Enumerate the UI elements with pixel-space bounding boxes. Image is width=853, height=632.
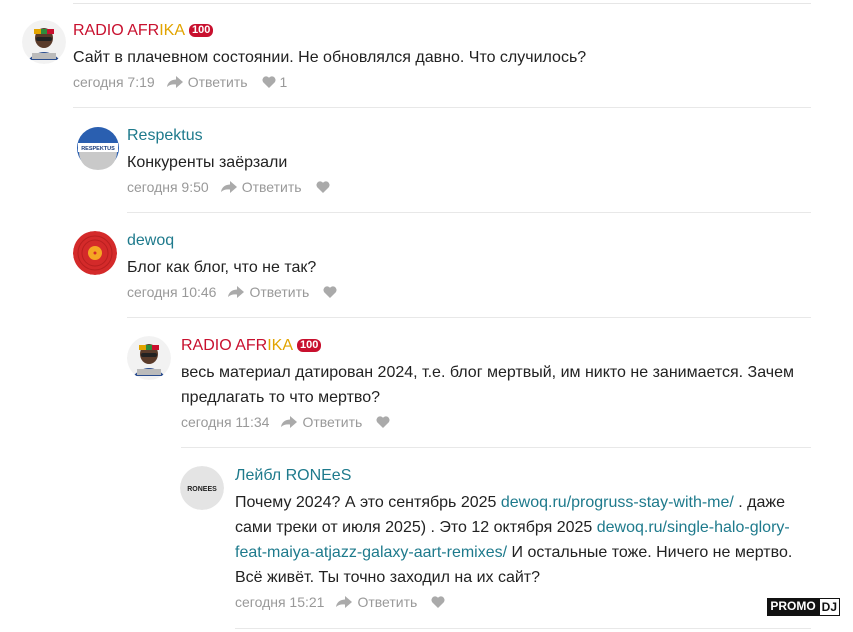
avatar-dewoq[interactable] [73,231,117,275]
rating-badge: 100 [297,339,322,352]
author-name: RADIO AFR [181,337,268,354]
comment-text: Сайт в плачевном состоянии. Не обновлялс… [73,49,587,66]
text-part: Почему 2024? А это сентябрь 2025 [235,494,501,511]
comment-time: сегодня 10:46 [127,284,217,300]
comment-meta: сегодня 11:34 Ответить [181,413,390,431]
comment-author[interactable]: RADIO AFRIKA 100 [73,21,214,41]
like-count: 1 [279,74,288,90]
comment-author[interactable]: dewoq [127,231,174,251]
comment-meta: сегодня 15:21 Ответить [235,593,445,611]
avatar-radio-afrika[interactable] [127,336,171,380]
comment-divider [73,107,811,108]
reply-button[interactable]: Ответить [336,593,417,611]
comment-time: сегодня 9:50 [127,179,209,195]
comment-time: сегодня 11:34 [181,414,270,430]
reply-arrow-icon [336,596,353,608]
reply-label: Ответить [357,594,418,610]
reply-arrow-icon [220,181,237,193]
comment-author[interactable]: Лейбл RONEeS [235,466,351,486]
heart-icon [323,286,337,298]
heart-icon [376,416,390,428]
like-button[interactable] [431,596,445,608]
comment-text: Почему 2024? А это сентябрь 2025 dewoq.r… [235,490,813,590]
comment-divider [181,447,811,448]
comment-link[interactable]: dewoq.ru/progruss-stay-with-me/ [501,494,734,511]
reply-arrow-icon [228,286,245,298]
heart-icon [315,181,330,193]
heart-icon [261,76,276,88]
comment-divider [235,628,811,629]
comment-text: весь материал датирован 2024, т.е. блог … [181,364,794,406]
reply-button[interactable]: Ответить [166,73,248,91]
author-name-accent: IKA [267,337,294,354]
rating-badge: 100 [189,24,214,37]
reply-arrow-icon [281,416,298,428]
comment-author[interactable]: RADIO AFRIKA 100 [181,336,322,356]
reply-label: Ответить [302,414,363,430]
like-button[interactable] [376,416,390,428]
comment-meta: сегодня 10:46 Ответить [127,283,337,301]
avatar-respektus[interactable]: RESPEKTUS [76,126,120,170]
promodj-watermark: PROMO DJ [767,598,840,616]
comment-divider [127,317,811,318]
comment-author[interactable]: Respektus [127,126,203,146]
avatar-label: RESPEKTUS [81,146,115,152]
avatar-ronees[interactable]: RONEES [180,466,224,510]
reply-label: Ответить [241,179,302,195]
like-button[interactable] [315,181,330,193]
author-name-accent: IKA [159,22,186,39]
comment-text: Блог как блог, что не так? [127,259,317,276]
comment-meta: сегодня 7:19 Ответить 1 [73,73,287,91]
comment-divider [127,212,811,213]
watermark-part2: DJ [818,598,840,616]
reply-button[interactable]: Ответить [228,283,309,301]
like-button[interactable]: 1 [261,73,288,91]
reply-label: Ответить [249,284,310,300]
comment-time: сегодня 15:21 [235,594,325,610]
avatar-label: RONEES [187,486,217,493]
heart-icon [431,596,445,608]
like-button[interactable] [323,286,337,298]
avatar-radio-afrika[interactable] [22,20,66,64]
author-name: RADIO AFR [73,22,160,39]
watermark-part1: PROMO [767,598,819,616]
reply-arrow-icon [166,76,183,88]
reply-button[interactable]: Ответить [220,178,302,196]
comment-text: Конкуренты заёрзали [127,154,288,171]
top-divider [73,3,811,4]
comment-time: сегодня 7:19 [73,74,155,90]
reply-button[interactable]: Ответить [281,413,362,431]
reply-label: Ответить [187,74,248,90]
comment-meta: сегодня 9:50 Ответить [127,178,330,196]
